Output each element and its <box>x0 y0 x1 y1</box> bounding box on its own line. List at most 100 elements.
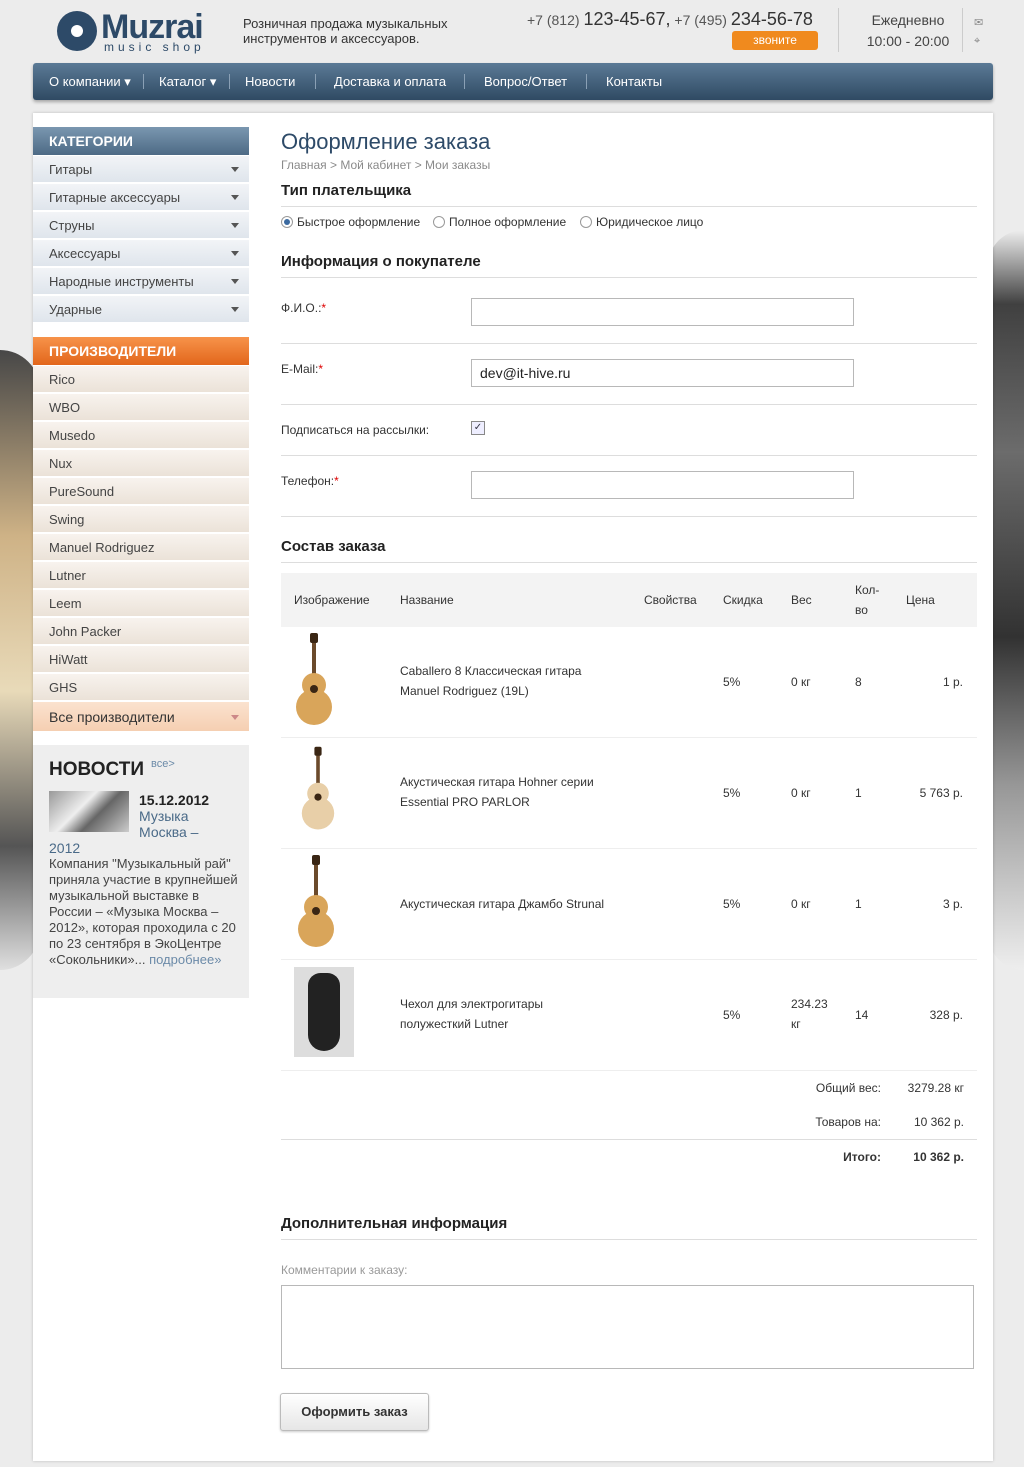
mail-icon[interactable]: ✉ <box>974 14 983 32</box>
extra-info-title: Дополнительная информация <box>281 1215 508 1232</box>
tagline: Розничная продажа музыкальных инструмент… <box>243 16 448 46</box>
logo[interactable]: Muzrai music shop <box>57 8 227 54</box>
all-manufacturers-label: Все производители <box>49 709 175 725</box>
category-item[interactable]: Народные инструменты <box>33 268 249 295</box>
category-item[interactable]: Аксессуары <box>33 240 249 267</box>
hours-title: Ежедневно <box>871 12 945 28</box>
news-headline-cont[interactable]: 2012 <box>49 840 80 856</box>
nav-item-delivery[interactable]: Доставка и оплата <box>334 63 446 100</box>
goods-total-label: Товаров на: <box>815 1115 881 1129</box>
manufacturer-item[interactable]: Musedo <box>33 422 249 449</box>
call-button[interactable]: звоните <box>732 31 818 50</box>
chevron-down-icon <box>231 715 239 720</box>
item-discount: 5% <box>723 786 741 800</box>
buyer-info-title: Информация о покупателе <box>281 253 481 270</box>
guitar-case-image[interactable] <box>294 967 354 1057</box>
manufacturer-item[interactable]: Manuel Rodriguez <box>33 534 249 561</box>
nav-item-faq[interactable]: Вопрос/Ответ <box>484 63 567 100</box>
category-item[interactable]: Струны <box>33 212 249 239</box>
news-more-link[interactable]: подробнее» <box>149 952 221 967</box>
radio-quick[interactable]: Быстрое оформление <box>281 215 420 229</box>
payer-type-title: Тип плательщика <box>281 182 412 199</box>
item-weight: 0 кг <box>791 786 811 800</box>
item-name[interactable]: Caballero 8 Классическая гитара Manuel R… <box>400 661 610 701</box>
item-name[interactable]: Акустическая гитара Джамбо Strunal <box>400 894 640 914</box>
news-all-link[interactable]: все> <box>151 758 175 770</box>
email-label-text: E-Mail: <box>281 362 319 376</box>
column-header: Изображение <box>294 593 370 607</box>
nav-item-catalog[interactable]: Каталог ▾ <box>159 63 216 100</box>
manufacturer-item[interactable]: Leem <box>33 590 249 617</box>
jumbo-guitar-image[interactable] <box>293 855 339 949</box>
category-item[interactable]: Ударные <box>33 296 249 323</box>
map-icon[interactable]: ⌖ <box>974 32 983 50</box>
radio-checked-icon <box>281 216 293 228</box>
background-photo-right <box>988 230 1024 970</box>
hours-value: 10:00 - 20:00 <box>866 33 950 49</box>
category-item[interactable]: Гитарные аксессуары <box>33 184 249 211</box>
comment-textarea[interactable] <box>281 1285 974 1369</box>
nav-separator <box>586 74 587 89</box>
submit-order-button[interactable]: Оформить заказ <box>280 1393 429 1431</box>
category-label: Гитарные аксессуары <box>49 190 181 205</box>
chevron-down-icon <box>231 167 239 172</box>
item-discount: 5% <box>723 675 741 689</box>
manufacturers-title: ПРОИЗВОДИТЕЛИ <box>33 337 249 365</box>
phone2: 234-56-78 <box>730 9 813 29</box>
nav-item-contacts[interactable]: Контакты <box>606 63 662 100</box>
all-manufacturers-button[interactable]: Все производители <box>33 702 249 732</box>
divider <box>281 516 977 517</box>
radio-legal[interactable]: Юридическое лицо <box>580 215 703 229</box>
manufacturer-item[interactable]: Swing <box>33 506 249 533</box>
column-header: Вес <box>791 593 812 607</box>
item-weight: 234.23 кг <box>791 997 828 1031</box>
classical-guitar-image[interactable] <box>291 633 337 727</box>
item-weight: 0 кг <box>791 897 811 911</box>
manufacturer-item[interactable]: Rico <box>33 366 249 393</box>
comment-label: Комментарии к заказу: <box>281 1263 408 1277</box>
nav-separator <box>229 74 230 89</box>
manufacturer-item[interactable]: GHS <box>33 674 249 701</box>
fio-field[interactable] <box>471 298 854 326</box>
required-mark: * <box>318 362 324 376</box>
manufacturer-item[interactable]: John Packer <box>33 618 249 645</box>
divider <box>281 1239 977 1240</box>
required-mark: * <box>334 474 339 488</box>
phone-label: Телефон:* <box>281 474 339 488</box>
divider <box>281 343 977 344</box>
item-name[interactable]: Чехол для электрогитары полужесткий Lutn… <box>400 994 580 1034</box>
radio-icon <box>433 216 445 228</box>
manufacturer-item[interactable]: Lutner <box>33 562 249 589</box>
email-field[interactable] <box>471 359 854 387</box>
subscribe-checkbox[interactable]: ✓ <box>471 421 485 435</box>
acoustic-guitar-image[interactable] <box>297 746 338 832</box>
category-label: Народные инструменты <box>49 274 194 289</box>
category-item[interactable]: Гитары <box>33 156 249 183</box>
radio-full[interactable]: Полное оформление <box>433 215 566 229</box>
news-body: Компания "Музыкальный рай" приняла участ… <box>49 856 238 967</box>
item-discount: 5% <box>723 1008 741 1022</box>
item-qty: 1 <box>855 897 862 911</box>
column-header: Цена <box>906 593 935 607</box>
item-name[interactable]: Акустическая гитара Hohner серии Essenti… <box>400 772 610 812</box>
news-headline[interactable]: Музыка Москва – <box>139 808 239 840</box>
breadcrumb[interactable]: Главная > Мой кабинет > Мои заказы <box>281 158 490 172</box>
manufacturer-item[interactable]: Nux <box>33 450 249 477</box>
news-thumbnail[interactable] <box>49 791 129 832</box>
subscribe-label: Подписаться на рассылки: <box>281 423 430 437</box>
manufacturer-item[interactable]: PureSound <box>33 478 249 505</box>
manufacturer-item[interactable]: WBO <box>33 394 249 421</box>
news-date: 15.12.2012 <box>139 792 210 808</box>
phone-field[interactable] <box>471 471 854 499</box>
item-qty: 1 <box>855 786 862 800</box>
divider <box>281 562 977 563</box>
table-row: Caballero 8 Классическая гитара Manuel R… <box>281 627 977 738</box>
categories-title: КАТЕГОРИИ <box>33 127 249 155</box>
nav-item-news[interactable]: Новости <box>245 63 295 100</box>
chevron-down-icon <box>231 307 239 312</box>
table-row: Акустическая гитара Джамбо Strunal 5% 0 … <box>281 849 977 960</box>
nav-item-about[interactable]: О компании ▾ <box>49 63 131 100</box>
divider <box>281 1139 977 1140</box>
manufacturer-item[interactable]: HiWatt <box>33 646 249 673</box>
divider <box>281 404 977 405</box>
